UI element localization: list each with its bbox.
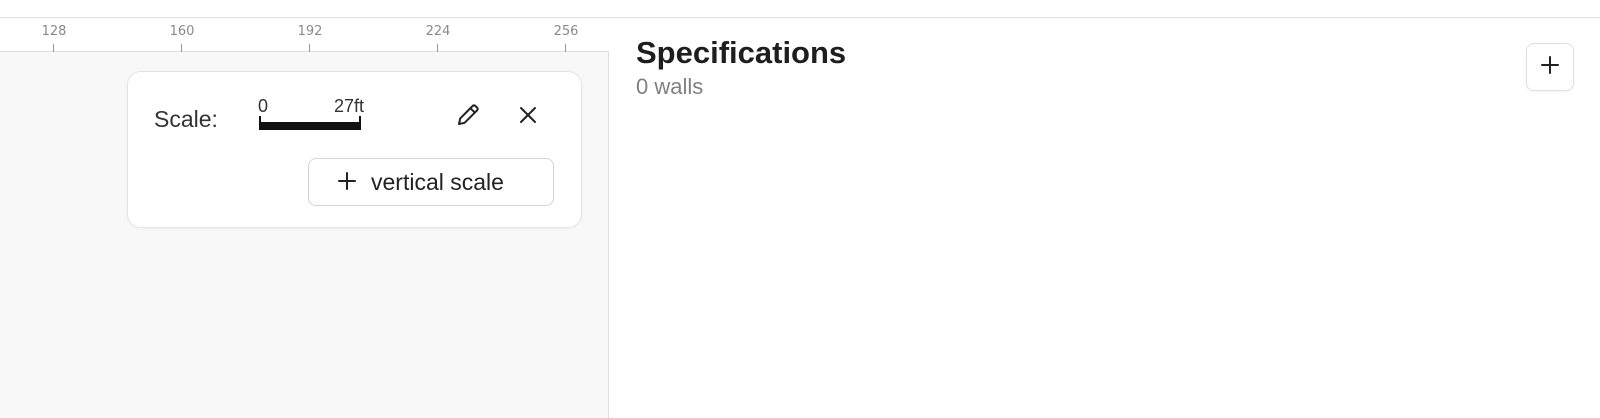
close-icon xyxy=(517,104,539,131)
plus-icon xyxy=(337,168,357,196)
ruler-tick-mark xyxy=(53,44,54,52)
ruler-tick: 256 xyxy=(536,18,596,52)
scale-label: Scale: xyxy=(154,106,218,132)
scale-start-value: 0 xyxy=(258,96,269,116)
ruler-tick-mark xyxy=(437,44,438,52)
add-specification-button[interactable] xyxy=(1526,43,1574,91)
plus-icon xyxy=(1539,54,1561,81)
ruler-tick: 224 xyxy=(408,18,468,52)
ruler-tick-mark xyxy=(181,44,182,52)
ruler-tick-label: 192 xyxy=(297,24,323,39)
ruler-tick-mark xyxy=(565,44,566,52)
scale-bar: 0 27ft xyxy=(258,96,364,134)
pencil-icon xyxy=(454,101,482,134)
add-vertical-scale-button[interactable]: vertical scale xyxy=(308,158,554,206)
ruler-tick: 192 xyxy=(280,18,340,52)
ruler-tick: 128 xyxy=(24,18,84,52)
ruler-tick-label: 256 xyxy=(553,24,579,39)
specifications-title: Specifications xyxy=(636,35,847,70)
top-bar xyxy=(0,0,1600,18)
ruler-tick-label: 224 xyxy=(425,24,451,39)
edit-scale-button[interactable] xyxy=(451,100,485,134)
scale-bar-end-right xyxy=(359,116,361,130)
drawing-canvas[interactable]: 128 160 192 224 256 Scale: 0 27ft vertic… xyxy=(0,18,609,418)
ruler-tick-label: 128 xyxy=(41,24,67,39)
ruler-tick: 160 xyxy=(152,18,212,52)
specifications-panel: Specifications 0 walls xyxy=(610,18,1600,418)
scale-card: Scale: 0 27ft vertical scale xyxy=(127,71,582,228)
wall-count: 0 walls xyxy=(636,74,704,99)
add-vertical-scale-label: vertical scale xyxy=(371,168,504,195)
scale-end-value: 27ft xyxy=(333,96,364,116)
horizontal-ruler: 128 160 192 224 256 xyxy=(0,18,609,52)
remove-scale-button[interactable] xyxy=(511,100,545,134)
ruler-tick-mark xyxy=(309,44,310,52)
ruler-tick-label: 160 xyxy=(169,24,195,39)
scale-bar-line xyxy=(259,122,361,130)
